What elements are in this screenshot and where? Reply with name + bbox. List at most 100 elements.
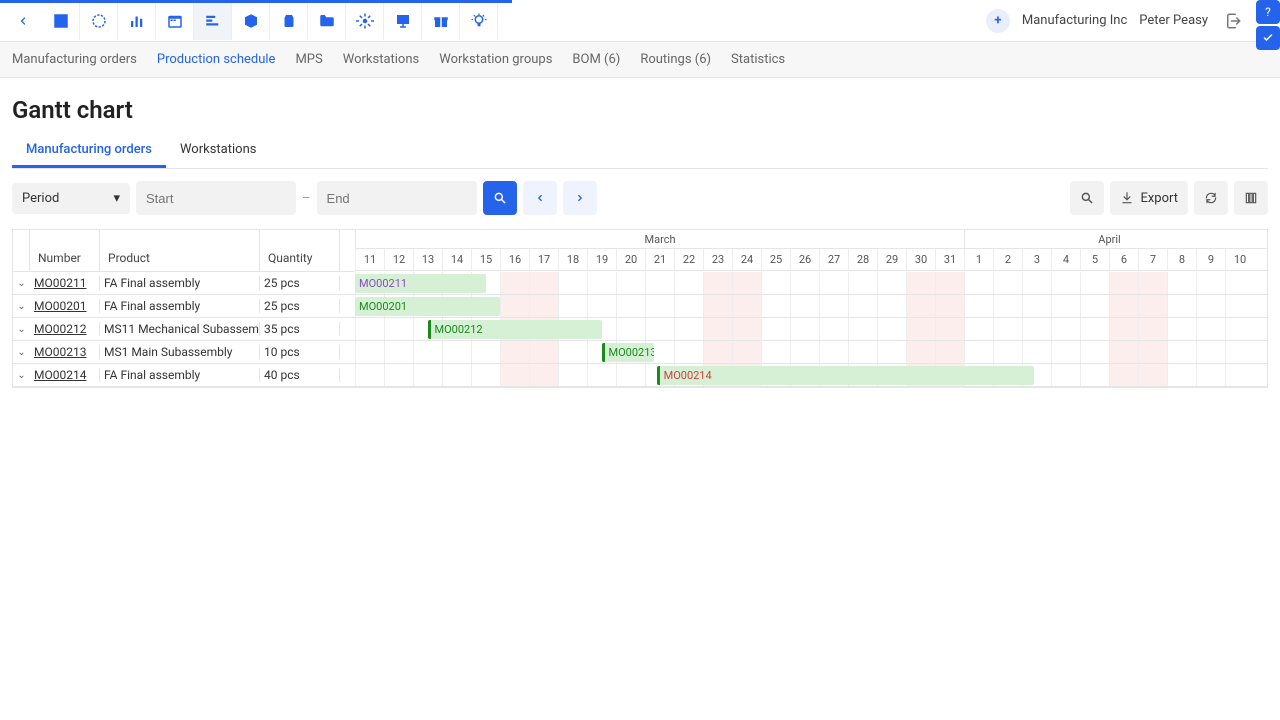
subnav-workstations[interactable]: Workstations xyxy=(343,52,420,67)
end-date-field[interactable] xyxy=(317,181,477,215)
subnav-statistics[interactable]: Statistics xyxy=(731,52,785,67)
search-tool-button[interactable] xyxy=(1070,181,1104,215)
next-period-button[interactable] xyxy=(563,181,597,215)
view-tabs: Manufacturing orders Workstations xyxy=(12,134,1268,169)
module-analytics-icon[interactable] xyxy=(118,2,156,40)
quantity-cell: 25 pcs xyxy=(260,276,340,290)
column-number: Number xyxy=(30,230,100,271)
subnav-bom[interactable]: BOM (6) xyxy=(572,52,620,67)
period-label: Period xyxy=(22,191,59,206)
gantt-bar[interactable]: MO00213 xyxy=(602,343,654,362)
subnav-routings[interactable]: Routings (6) xyxy=(640,52,711,67)
filter-bar: Period ▾ – xyxy=(12,181,1268,215)
expand-row-toggle[interactable]: ⌄ xyxy=(13,301,30,312)
subnav-manufacturing-orders[interactable]: Manufacturing orders xyxy=(12,52,137,67)
order-number-link[interactable]: MO00201 xyxy=(30,299,100,313)
module-sales-icon[interactable] xyxy=(42,2,80,40)
column-product: Product xyxy=(100,230,260,271)
month-cell: April xyxy=(964,230,1254,248)
gantt-bar[interactable]: MO00211 xyxy=(355,274,486,293)
add-button[interactable]: + xyxy=(986,9,1010,33)
gantt-timeline-row: MO00211 xyxy=(355,272,1267,295)
order-number-link[interactable]: MO00211 xyxy=(30,276,100,290)
day-cell: 7 xyxy=(1138,249,1167,270)
prev-period-button[interactable] xyxy=(523,181,557,215)
day-cell: 13 xyxy=(413,249,442,270)
day-cell: 18 xyxy=(558,249,587,270)
day-cell: 17 xyxy=(529,249,558,270)
export-button[interactable]: Export xyxy=(1110,181,1188,215)
day-cell: 14 xyxy=(442,249,471,270)
gantt-timeline-row: MO00212 xyxy=(355,318,1267,341)
chevron-down-icon: ▾ xyxy=(113,191,120,206)
module-purchasing-icon[interactable] xyxy=(270,2,308,40)
day-cell: 24 xyxy=(732,249,761,270)
user-menu[interactable]: Peter Peasy xyxy=(1139,13,1208,28)
columns-button[interactable] xyxy=(1234,181,1268,215)
back-button[interactable] xyxy=(8,6,38,36)
end-date-input[interactable] xyxy=(327,191,503,206)
day-cell: 23 xyxy=(703,249,732,270)
module-gantt-icon[interactable] xyxy=(194,2,232,40)
page-title: Gantt chart xyxy=(12,96,1268,124)
expand-row-toggle[interactable]: ⌄ xyxy=(13,278,30,289)
order-number-link[interactable]: MO00213 xyxy=(30,345,100,359)
module-calendar-icon[interactable] xyxy=(156,2,194,40)
subnav-mps[interactable]: MPS xyxy=(295,52,322,67)
tab-manufacturing-orders[interactable]: Manufacturing orders xyxy=(12,134,166,168)
help-icon[interactable]: ? xyxy=(1256,0,1280,24)
module-files-icon[interactable] xyxy=(308,2,346,40)
day-cell: 3 xyxy=(1022,249,1051,270)
logout-icon[interactable] xyxy=(1218,6,1248,36)
day-cell: 22 xyxy=(674,249,703,270)
day-header-row: 1112131415161718192021222324252627282930… xyxy=(355,249,1267,271)
gantt-bar[interactable]: MO00212 xyxy=(428,320,602,339)
day-cell: 21 xyxy=(645,249,674,270)
day-cell: 1 xyxy=(964,249,993,270)
module-dashboard-icon[interactable] xyxy=(80,2,118,40)
order-number-link[interactable]: MO00214 xyxy=(30,368,100,382)
company-selector[interactable]: Manufacturing Inc xyxy=(1022,13,1127,28)
tab-workstations[interactable]: Workstations xyxy=(166,134,271,168)
search-button[interactable] xyxy=(483,181,517,215)
gantt-timeline-row: MO00214 xyxy=(355,364,1267,387)
start-date-input[interactable] xyxy=(146,191,322,206)
expand-all-column xyxy=(13,230,30,271)
month-header-row: MarchApril xyxy=(355,230,1267,249)
gantt-left-rows: ⌄MO00211FA Final assembly25 pcs⌄MO00201F… xyxy=(13,272,355,387)
day-cell: 20 xyxy=(616,249,645,270)
start-date-field[interactable] xyxy=(136,181,296,215)
expand-row-toggle[interactable]: ⌄ xyxy=(13,347,30,358)
day-cell: 30 xyxy=(906,249,935,270)
export-label: Export xyxy=(1140,191,1178,206)
module-inventory-icon[interactable] xyxy=(232,2,270,40)
subnav-production-schedule[interactable]: Production schedule xyxy=(157,52,276,67)
module-presentation-icon[interactable] xyxy=(384,2,422,40)
product-cell: FA Final assembly xyxy=(100,299,260,313)
date-range-separator: – xyxy=(302,191,311,206)
module-ideas-icon[interactable] xyxy=(460,2,498,40)
day-cell: 4 xyxy=(1051,249,1080,270)
checklist-icon[interactable] xyxy=(1256,26,1280,50)
module-settings-icon[interactable] xyxy=(346,2,384,40)
day-cell: 6 xyxy=(1109,249,1138,270)
expand-row-toggle[interactable]: ⌄ xyxy=(13,370,30,381)
module-gift-icon[interactable] xyxy=(422,2,460,40)
period-select[interactable]: Period ▾ xyxy=(12,183,130,214)
day-cell: 19 xyxy=(587,249,616,270)
order-number-link[interactable]: MO00212 xyxy=(30,322,100,336)
expand-row-toggle[interactable]: ⌄ xyxy=(13,324,30,335)
gantt-bar[interactable]: MO00214 xyxy=(657,366,1034,385)
gantt-bar[interactable]: MO00201 xyxy=(355,297,500,316)
topbar: + Manufacturing Inc Peter Peasy ? xyxy=(0,0,1280,42)
product-cell: MS11 Mechanical Subassembly xyxy=(100,322,260,336)
day-cell: 2 xyxy=(993,249,1022,270)
day-cell: 29 xyxy=(877,249,906,270)
month-cell: March xyxy=(355,230,964,248)
day-cell: 10 xyxy=(1225,249,1254,270)
day-cell: 8 xyxy=(1167,249,1196,270)
refresh-button[interactable] xyxy=(1194,181,1228,215)
day-cell: 11 xyxy=(355,249,384,270)
gantt-row: ⌄MO00214FA Final assembly40 pcs xyxy=(13,364,355,387)
subnav-workstation-groups[interactable]: Workstation groups xyxy=(439,52,552,67)
